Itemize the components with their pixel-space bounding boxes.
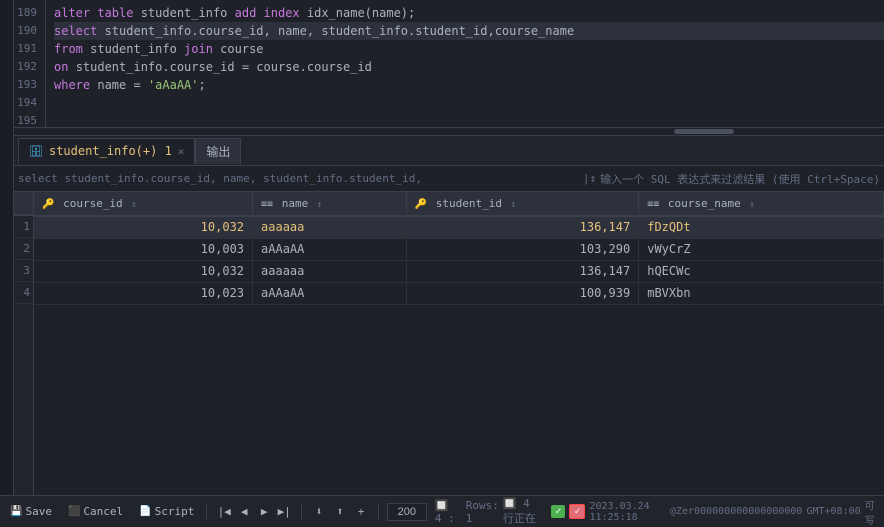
cell-course-id: 10,003 bbox=[34, 238, 253, 260]
col-icon-1: ≡≡ bbox=[261, 199, 273, 210]
code-line-192: on student_info.course_id = course.cours… bbox=[54, 58, 884, 76]
col-icon-2: 🔑 bbox=[415, 199, 427, 210]
tab-label-1: student_info(+) 1 bbox=[49, 144, 172, 158]
code-line-194 bbox=[54, 94, 884, 112]
mode-label: 可写 bbox=[865, 497, 878, 527]
zoom-input[interactable] bbox=[387, 503, 427, 521]
sort-icon-1[interactable]: ↕ bbox=[317, 200, 322, 210]
nav-last[interactable]: ▶| bbox=[275, 503, 293, 521]
results-table: 🔑 course_id ↕ ≡≡ name ↕ 🔑 bbox=[34, 192, 884, 305]
code-line-191: from student_info join course bbox=[54, 40, 884, 58]
tab-output[interactable]: 输出 bbox=[195, 138, 241, 164]
script-icon: 📄 bbox=[139, 506, 151, 517]
save-icon: 💾 bbox=[10, 506, 22, 517]
cell-course-name: fDzQDt bbox=[639, 216, 884, 238]
cell-student-id: 136,147 bbox=[406, 216, 639, 238]
horizontal-scrollbar[interactable] bbox=[14, 128, 884, 136]
db-icon: 🗄 bbox=[29, 145, 43, 158]
line-numbers: 189 190 191 192 193 194 195 bbox=[14, 0, 46, 127]
cell-course-name: hQECWc bbox=[639, 260, 884, 282]
nav-prev[interactable]: ◀ bbox=[235, 503, 253, 521]
cell-course-id: 10,032 bbox=[34, 260, 253, 282]
lines-label: 🔲 4 行正在 bbox=[503, 497, 548, 526]
sort-icon-2[interactable]: ↕ bbox=[511, 200, 516, 210]
table-row[interactable]: 10,032 aaaaaa 136,147 hQECWc bbox=[34, 260, 884, 282]
sort-icon-0[interactable]: ↕ bbox=[131, 200, 136, 210]
script-button[interactable]: 📄 Script bbox=[135, 503, 198, 520]
query-hint: 输入一个 SQL 表达式来过滤结果 (使用 Ctrl+Space) bbox=[600, 171, 880, 187]
tab-close-1[interactable]: × bbox=[178, 145, 185, 158]
cell-course-name: vWyCrZ bbox=[639, 238, 884, 260]
cell-name: aaaaaa bbox=[253, 216, 407, 238]
nav-first[interactable]: |◀ bbox=[215, 503, 233, 521]
code-line-193: where name = 'aAaAA'; bbox=[54, 76, 884, 94]
status-bar: 💾 Save ⬛ Cancel 📄 Script |◀ ◀ ▶ ▶| ⬇ ⬆ bbox=[0, 495, 884, 527]
col-header-name[interactable]: ≡≡ name ↕ bbox=[253, 192, 407, 216]
row-num-1: 1 bbox=[14, 216, 33, 238]
cell-name: aAAaAA bbox=[253, 238, 407, 260]
left-panel bbox=[0, 0, 14, 495]
nav-controls: |◀ ◀ ▶ ▶| bbox=[215, 503, 293, 521]
results-area: 1 2 3 4 🔑 course_id ↕ bbox=[14, 192, 884, 495]
rows-label: Rows: 1 bbox=[466, 499, 499, 525]
cell-student-id: 136,147 bbox=[406, 260, 639, 282]
table-row[interactable]: 10,023 aAAaAA 100,939 mBVXbn bbox=[34, 282, 884, 304]
rows-count: 🔲 4 : bbox=[435, 499, 462, 525]
col-header-student-id[interactable]: 🔑 student_id ↕ bbox=[406, 192, 639, 216]
separator-1 bbox=[206, 504, 207, 520]
cell-student-id: 100,939 bbox=[406, 282, 639, 304]
code-editor: 189 190 191 192 193 194 195 alter table … bbox=[14, 0, 884, 128]
tab-bar: 🗄 student_info(+) 1 × 输出 bbox=[14, 136, 884, 166]
timestamp: 2023.03.24 11:25:18 bbox=[589, 501, 666, 523]
export-btn-2[interactable]: ⬆ bbox=[331, 503, 349, 521]
timezone-label: GMT+08:00 bbox=[806, 506, 860, 517]
row-num-2: 2 bbox=[14, 238, 33, 260]
code-content[interactable]: alter table student_info add index idx_n… bbox=[46, 0, 884, 127]
nav-next[interactable]: ▶ bbox=[255, 503, 273, 521]
cell-course-id: 10,023 bbox=[34, 282, 253, 304]
status-info: 🔲 4 : Rows: 1 🔲 4 行正在 ✓ ✓ 2023.03.24 11:… bbox=[435, 497, 878, 527]
query-text: select student_info.course_id, name, stu… bbox=[18, 172, 579, 185]
export-controls: ⬇ ⬆ + bbox=[310, 503, 370, 521]
sort-icon-3[interactable]: ↕ bbox=[749, 200, 754, 210]
table-row[interactable]: 10,032 aaaaaa 136,147 fDzQDt bbox=[34, 216, 884, 238]
user-label: @Zer000000000000000000 bbox=[670, 506, 802, 517]
code-line-189: alter table student_info add index idx_n… bbox=[54, 4, 884, 22]
filter-icon: |↕ bbox=[583, 172, 596, 185]
pk-icon: 🔑 bbox=[42, 199, 54, 210]
scroll-thumb[interactable] bbox=[674, 129, 734, 134]
separator-3 bbox=[378, 504, 379, 520]
row-num-4: 4 bbox=[14, 282, 33, 304]
cell-course-name: mBVXbn bbox=[639, 282, 884, 304]
table-container[interactable]: 🔑 course_id ↕ ≡≡ name ↕ 🔑 bbox=[34, 192, 884, 495]
table-row[interactable]: 10,003 aAAaAA 103,290 vWyCrZ bbox=[34, 238, 884, 260]
separator-2 bbox=[301, 504, 302, 520]
col-header-course-name[interactable]: ≡≡ course_name ↕ bbox=[639, 192, 884, 216]
code-line-190: select student_info.course_id, name, stu… bbox=[54, 22, 884, 40]
cancel-button[interactable]: ⬛ Cancel bbox=[64, 503, 127, 520]
cell-student-id: 103,290 bbox=[406, 238, 639, 260]
query-bar: select student_info.course_id, name, stu… bbox=[14, 166, 884, 192]
cancel-icon: ⬛ bbox=[68, 506, 80, 517]
col-header-course-id[interactable]: 🔑 course_id ↕ bbox=[34, 192, 253, 216]
col-icon-3: ≡≡ bbox=[647, 199, 659, 210]
save-button[interactable]: 💾 Save bbox=[6, 503, 56, 520]
green-status[interactable]: ✓ bbox=[551, 505, 565, 518]
row-numbers: 1 2 3 4 bbox=[14, 192, 34, 495]
cell-course-id: 10,032 bbox=[34, 216, 253, 238]
cell-name: aAAaAA bbox=[253, 282, 407, 304]
row-num-3: 3 bbox=[14, 260, 33, 282]
red-status[interactable]: ✓ bbox=[569, 504, 585, 519]
tab-label-2: 输出 bbox=[206, 143, 230, 160]
export-btn-1[interactable]: ⬇ bbox=[310, 503, 328, 521]
cell-name: aaaaaa bbox=[253, 260, 407, 282]
code-line-195 bbox=[54, 112, 884, 127]
tab-student-info[interactable]: 🗄 student_info(+) 1 × bbox=[18, 138, 195, 164]
export-btn-3[interactable]: + bbox=[352, 503, 370, 521]
